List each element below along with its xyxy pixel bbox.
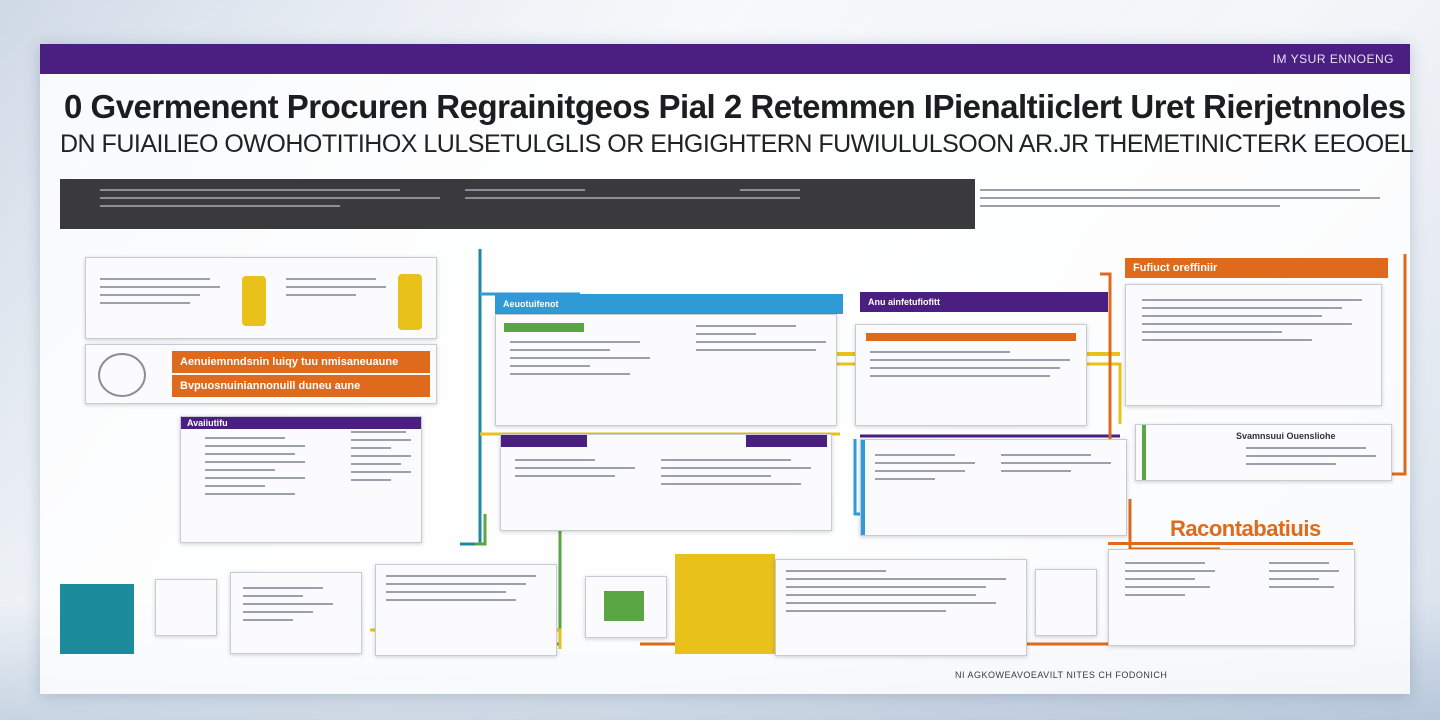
green-box-icon [604,591,644,621]
top-right-card-lines [1142,299,1362,347]
box-illustration [585,576,667,638]
center-card-c-lines-2 [661,459,811,491]
green-accent [1142,425,1146,480]
top-right-card [1125,284,1382,406]
center-bottom-card-2 [775,559,1027,656]
center-card-c-header [501,435,587,447]
center-card-a-lines [510,341,650,381]
left-top-card-lines-2 [286,278,386,302]
center-card-c-lines [515,459,635,483]
yellow-figure-icon-2 [398,274,422,330]
summary-lines-right [740,189,940,205]
left-bottom-card-lines [243,587,333,627]
teal-thumbnail [60,584,134,654]
dark-summary-band [60,179,975,229]
center-card-a [495,314,837,426]
bottom-right-card-lines-2 [1269,562,1339,594]
poster-subtitle: DN FUIAILIEO OWOHOTITIHOX LULSETULGLIS O… [60,130,1414,158]
left-text-card-lines [205,437,305,501]
orange-strip [866,333,1076,341]
right-mid-card-lines [1246,447,1376,471]
center-card-a-lines-2 [696,325,826,357]
diagram-thumbnail [1035,569,1097,636]
center-card-d-lines-2 [1001,454,1111,478]
left-text-card-header: Avaiiutifu [181,417,421,429]
bottom-right-card-lines [1125,562,1215,602]
left-bottom-card [230,572,362,654]
left-top-card [85,257,437,339]
center-card-d [860,439,1127,536]
left-text-card-lines-2 [351,431,411,487]
big-orange-heading: Racontabatiuis [1170,516,1321,541]
yellow-block [675,554,775,654]
center-bottom-card-2-lines [786,570,1006,618]
center-card-d-lines [875,454,975,486]
right-mid-card: Svamnsuui Ouensliohe [1135,424,1392,481]
left-text-card: Avaiiutifu [180,416,422,543]
center-bottom-card-1 [375,564,557,656]
globe-icon [98,353,146,397]
blue-accent [861,440,865,535]
top-purple-bar: IM YSUR ENNOENG [40,44,1410,74]
center-bottom-card-1-lines [386,575,536,607]
orange-bar-1: Aenuiemnndsnin luiqy tuu nmisaneuaune [172,351,430,373]
infographic-poster: IM YSUR ENNOENG 0 Gvermenent Procuren Re… [40,44,1414,694]
center-card-c-header-2 [746,435,827,447]
summary-lines-light [980,189,1380,213]
footer-note: NI AGKOWEAVOEAVILT NITES CH FODONICH [955,670,1168,680]
left-top-card-lines [100,278,220,310]
left-orange-card: Aenuiemnndsnin luiqy tuu nmisaneuaune Bv… [85,344,437,404]
bottom-right-card [1108,549,1355,646]
orange-underline [1108,542,1353,545]
section-a-title: Aeuotuifenot [495,294,843,314]
top-bar-tag: IM YSUR ENNOENG [1272,52,1394,66]
orange-bar-2: Bvpuosnuiniannonuill duneu aune [172,375,430,397]
center-card-b-lines [870,351,1070,383]
poster-title: 0 Gvermenent Procuren Regrainitgeos Pial… [64,88,1406,125]
section-b-title: Anu ainfetufiofitt [860,292,1108,312]
right-mid-title: Svamnsuui Ouensliohe [1236,431,1336,441]
device-illustration [155,579,217,636]
top-right-title: Fufiuct oreffiniir [1125,258,1388,278]
yellow-figure-icon [242,276,266,326]
center-card-c [500,434,832,531]
summary-lines-left [100,189,440,213]
center-card-b [855,324,1087,426]
green-label [504,323,584,332]
